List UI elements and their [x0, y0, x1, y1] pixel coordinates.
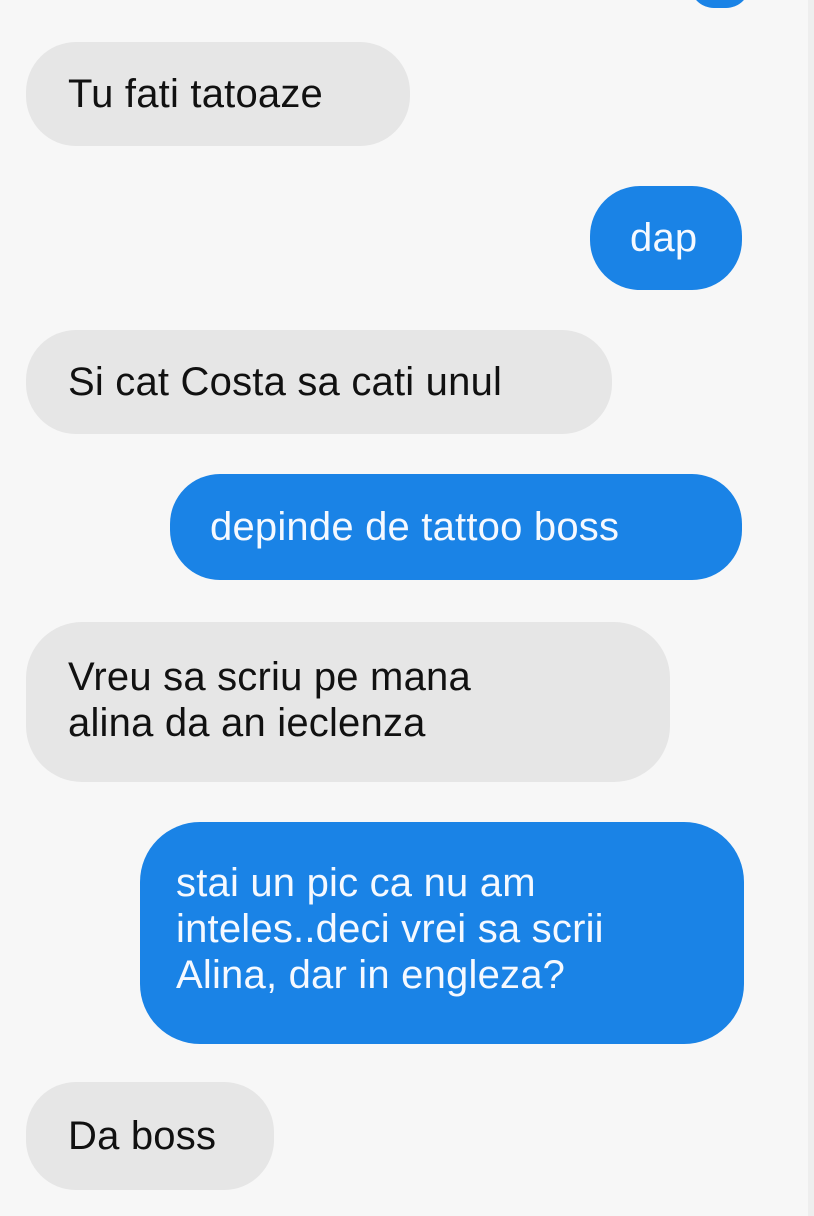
incoming-message-bubble[interactable]: Vreu sa scriu pe mana alina da an ieclen… — [26, 622, 670, 782]
incoming-message-bubble[interactable]: Tu fati tatoaze — [26, 42, 410, 146]
chat-thread[interactable]: Tu fati tatoaze dap Si cat Costa sa cati… — [0, 0, 814, 1216]
incoming-message-bubble[interactable]: Da boss — [26, 1082, 274, 1190]
previous-message-bubble-edge — [690, 0, 750, 8]
scroll-edge — [808, 0, 814, 1216]
outgoing-message-bubble[interactable]: depinde de tattoo boss — [170, 474, 742, 580]
outgoing-message-bubble[interactable]: stai un pic ca nu am inteles..deci vrei … — [140, 822, 744, 1044]
incoming-message-bubble[interactable]: Si cat Costa sa cati unul — [26, 330, 612, 434]
outgoing-message-bubble[interactable]: dap — [590, 186, 742, 290]
